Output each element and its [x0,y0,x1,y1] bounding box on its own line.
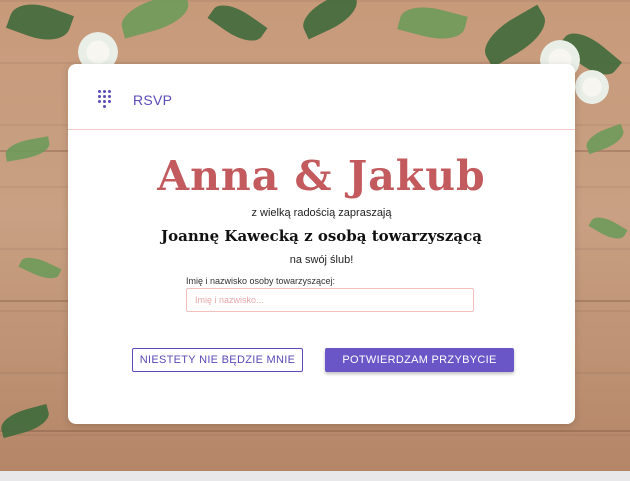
confirm-button[interactable]: POTWIERDZAM PRZYBYCIE [325,348,514,372]
leaf-decoration [117,0,193,39]
header-divider [68,129,575,130]
leaf-decoration [18,252,62,284]
decline-button[interactable]: NIESTETY NIE BĘDZIE MNIE [132,348,303,372]
brand-label: RSVP [133,92,173,108]
occasion-line: na swój ślub! [289,254,354,266]
invite-line: z wielką radością zapraszają [251,207,392,219]
leaf-decoration [207,0,268,50]
leaf-decoration [588,212,628,244]
dots-grid-icon [98,90,114,108]
couple-names: Anna & Jakub [157,152,486,200]
companion-name-input[interactable] [186,288,474,312]
wood-plank-seam [0,430,630,432]
leaf-decoration [296,0,364,40]
leaf-decoration [397,0,468,46]
companion-name-label: Imię i nazwisko osoby towarzyszącej: [186,276,336,286]
leaf-decoration [3,136,52,162]
card-header: RSVP [68,64,575,130]
guest-name: Joannę Kawecką z osobą towarzyszącą [161,227,482,245]
flower-decoration [575,70,609,104]
bottom-strip [0,471,630,481]
leaf-decoration [0,403,52,439]
leaf-decoration [5,0,75,49]
rsvp-card: RSVP Anna & Jakub z wielką radością zapr… [68,64,575,424]
